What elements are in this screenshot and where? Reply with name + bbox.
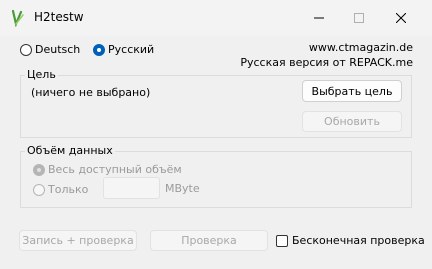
checkbox-indicator <box>276 234 288 247</box>
mbyte-input[interactable] <box>103 177 160 199</box>
site-info: www.ctmagazin.de Русская версия от REPAC… <box>240 40 413 70</box>
radio-indicator <box>20 43 32 56</box>
radio-indicator <box>33 163 45 176</box>
volume-group-label: Объём данных <box>25 144 115 157</box>
app-window: H2testw Deutsch Русский www.ctmagazin.de <box>0 0 432 269</box>
site-url: www.ctmagazin.de <box>308 41 413 54</box>
volume-all-radio[interactable]: Весь доступный объём <box>33 163 182 176</box>
close-button[interactable] <box>378 0 424 36</box>
target-group-label: Цель <box>25 68 58 81</box>
verify-button[interactable]: Проверка <box>150 230 268 251</box>
target-value: (ничего не выбрано) <box>31 86 151 99</box>
refresh-button[interactable]: Обновить <box>302 111 402 132</box>
volume-group <box>20 151 412 208</box>
endless-verify-label: Бесконечная проверка <box>292 234 425 247</box>
site-note: Русская версия от REPACK.me <box>240 56 413 69</box>
volume-only-radio[interactable]: Только <box>33 183 88 196</box>
volume-only-label: Только <box>48 183 89 196</box>
lang-deutsch-label: Deutsch <box>35 43 81 56</box>
radio-indicator <box>33 183 45 196</box>
write-verify-button[interactable]: Запись + проверка <box>19 230 137 251</box>
lang-deutsch-radio[interactable]: Deutsch <box>20 43 80 56</box>
endless-verify-checkbox[interactable]: Бесконечная проверка <box>276 234 425 247</box>
radio-indicator <box>93 43 105 56</box>
close-icon <box>396 13 406 23</box>
mbyte-unit-label: MByte <box>165 182 200 195</box>
maximize-icon <box>354 13 364 23</box>
window-title: H2testw <box>34 10 84 24</box>
h2testw-app-icon <box>11 9 24 27</box>
volume-all-label: Весь доступный объём <box>48 163 182 176</box>
lang-russian-radio[interactable]: Русский <box>93 43 154 56</box>
select-target-button[interactable]: Выбрать цель <box>302 80 402 102</box>
lang-russian-label: Русский <box>108 43 155 56</box>
minimize-icon <box>314 17 324 19</box>
title-bar: H2testw <box>0 0 432 36</box>
maximize-button[interactable] <box>336 0 382 36</box>
